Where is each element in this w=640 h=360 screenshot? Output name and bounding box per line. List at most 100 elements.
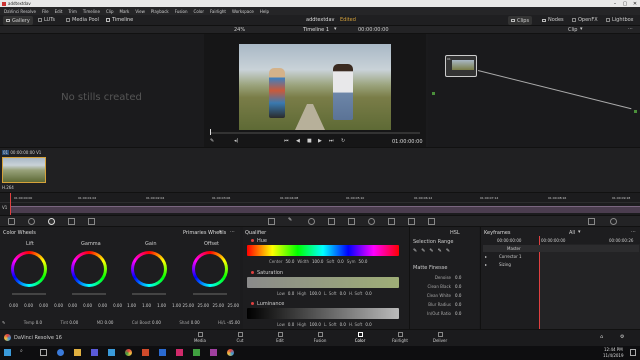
clip-thumbnail[interactable] <box>2 157 46 183</box>
picker-minus-icon[interactable]: ✎ <box>421 248 425 254</box>
media-pool-button[interactable]: Media Pool <box>66 17 99 23</box>
stop-icon[interactable]: ■ <box>307 138 312 144</box>
skip-end-icon[interactable]: ⏭ <box>329 138 334 144</box>
adjust-param[interactable]: Col Boost 0.00 <box>132 320 161 325</box>
more-icon[interactable]: ⋯ <box>628 26 633 32</box>
luminance-bar[interactable] <box>247 308 399 319</box>
keyframe-filter[interactable]: All <box>569 230 575 236</box>
menu-item[interactable]: View <box>135 9 145 14</box>
app-icon[interactable] <box>159 349 166 356</box>
timeline-clip[interactable] <box>10 206 640 213</box>
nodes-button[interactable]: Nodes <box>542 17 564 23</box>
magic-mask-icon[interactable] <box>348 218 355 225</box>
keyframe-row-master[interactable]: Master <box>483 245 639 252</box>
timeline-ruler[interactable]: 01:00:00:00 01:00:01:02 01:00:02:04 01:0… <box>0 193 640 203</box>
search-icon[interactable]: ⌕ <box>20 348 23 354</box>
picker-icon[interactable]: ✎ <box>2 320 5 325</box>
maximize-button[interactable]: ▢ <box>620 1 630 7</box>
corrector-node[interactable]: 01 <box>445 55 477 77</box>
more-icon[interactable]: ⋯ <box>230 229 235 235</box>
hue-width-value[interactable]: 100.0 <box>312 259 323 264</box>
zoom-level[interactable]: 24% <box>234 27 245 33</box>
keyframe-row[interactable]: ▸ Corrector 1 <box>483 253 639 260</box>
clean-white-value[interactable]: 0.0 <box>455 293 461 298</box>
scopes-icon[interactable] <box>588 218 595 225</box>
qualifier-mode-selector[interactable]: HSL <box>450 230 460 236</box>
audio-icon[interactable]: ◂) <box>234 138 238 144</box>
timeline-selector[interactable]: Timeline 1 <box>303 27 329 33</box>
hue-soft-value[interactable]: 0.0 <box>337 259 343 264</box>
node-output-icon[interactable] <box>634 110 637 113</box>
master-wheel-slider[interactable] <box>72 293 106 295</box>
tab-color[interactable]: Color <box>340 331 380 344</box>
lift-wheel[interactable] <box>11 251 47 287</box>
master-wheel-slider[interactable] <box>193 293 227 295</box>
menu-item[interactable]: Edit <box>55 9 63 14</box>
clips-button[interactable]: Clips <box>508 16 533 25</box>
timeline-button[interactable]: Timeline <box>106 17 133 23</box>
offset-wheel[interactable] <box>192 251 228 287</box>
expand-icon[interactable]: ▸ <box>485 254 487 259</box>
color-wheels-icon[interactable] <box>48 218 55 225</box>
master-wheel-slider[interactable] <box>12 293 46 295</box>
menu-item[interactable]: Clip <box>106 9 114 14</box>
gamma-wheel[interactable] <box>71 251 107 287</box>
menu-item[interactable]: Timeline <box>83 9 100 14</box>
chevron-down-icon[interactable]: ▾ <box>580 26 583 32</box>
minimize-button[interactable]: – <box>610 1 620 7</box>
menu-item[interactable]: Trim <box>68 9 77 14</box>
menu-item[interactable]: File <box>42 9 49 14</box>
adjust-param[interactable]: Hi/L -45.00 <box>218 320 240 325</box>
key-icon[interactable] <box>388 218 395 225</box>
sizing-icon[interactable] <box>408 218 415 225</box>
chrome-icon[interactable] <box>125 349 132 356</box>
luts-button[interactable]: LUTs <box>38 17 55 23</box>
playhead-marker[interactable] <box>10 193 11 215</box>
menu-item[interactable]: Fairlight <box>210 9 226 14</box>
menu-item[interactable]: Help <box>260 9 269 14</box>
curves-icon[interactable] <box>268 218 275 225</box>
adjust-param[interactable]: Temp 0.0 <box>24 320 42 325</box>
gallery-button[interactable]: Gallery <box>3 16 33 25</box>
color-match-icon[interactable] <box>28 218 35 225</box>
start-icon[interactable] <box>4 349 11 356</box>
adjust-param[interactable]: MD 0.00 <box>97 320 114 325</box>
menu-item[interactable]: Color <box>194 9 204 14</box>
lightbox-button[interactable]: Lightbox <box>606 17 634 23</box>
skip-start-icon[interactable]: ⏮ <box>284 138 289 144</box>
saturation-toggle[interactable] <box>251 271 254 274</box>
play-icon[interactable]: ▶ <box>318 138 322 144</box>
chevron-down-icon[interactable]: ▾ <box>334 26 337 32</box>
tracker-icon[interactable] <box>328 218 335 225</box>
menu-item[interactable]: Fusion <box>175 9 188 14</box>
store-icon[interactable] <box>91 349 98 356</box>
denoise-value[interactable]: 0.0 <box>455 275 461 280</box>
tab-deliver[interactable]: Deliver <box>420 331 460 344</box>
3d-icon[interactable] <box>428 218 435 225</box>
tab-fairlight[interactable]: Fairlight <box>380 331 420 344</box>
info-icon[interactable] <box>610 218 617 225</box>
openfx-button[interactable]: OpenFX <box>572 17 598 23</box>
mail-icon[interactable] <box>108 349 115 356</box>
close-button[interactable]: ✕ <box>630 1 640 7</box>
blur-icon[interactable] <box>368 218 375 225</box>
keyframe-row[interactable]: ▸ Sizing <box>483 261 639 268</box>
gear-icon[interactable]: ⚙ <box>620 334 624 340</box>
node-input-icon[interactable] <box>432 92 435 95</box>
color-picker-icon[interactable]: ✎ <box>210 138 214 144</box>
rgb-mixer-icon[interactable] <box>68 218 75 225</box>
scrub-bar[interactable] <box>210 132 420 134</box>
reverse-icon[interactable]: ◀ <box>296 138 300 144</box>
loop-icon[interactable]: ↻ <box>341 138 345 144</box>
menu-item[interactable]: DaVinci Resolve <box>4 9 36 14</box>
app-icon[interactable] <box>142 349 149 356</box>
menu-item[interactable]: Playback <box>151 9 169 14</box>
taskview-icon[interactable] <box>40 349 47 356</box>
feather-plus-icon[interactable]: ✎ <box>446 248 450 254</box>
blur-radius-value[interactable]: 0.0 <box>455 302 461 307</box>
motion-effects-icon[interactable] <box>88 218 95 225</box>
tab-edit[interactable]: Edit <box>260 331 300 344</box>
picker-icon[interactable]: ✎ <box>413 248 417 254</box>
qualifier-icon[interactable]: ✎ <box>288 217 292 223</box>
tab-cut[interactable]: Cut <box>220 331 260 344</box>
